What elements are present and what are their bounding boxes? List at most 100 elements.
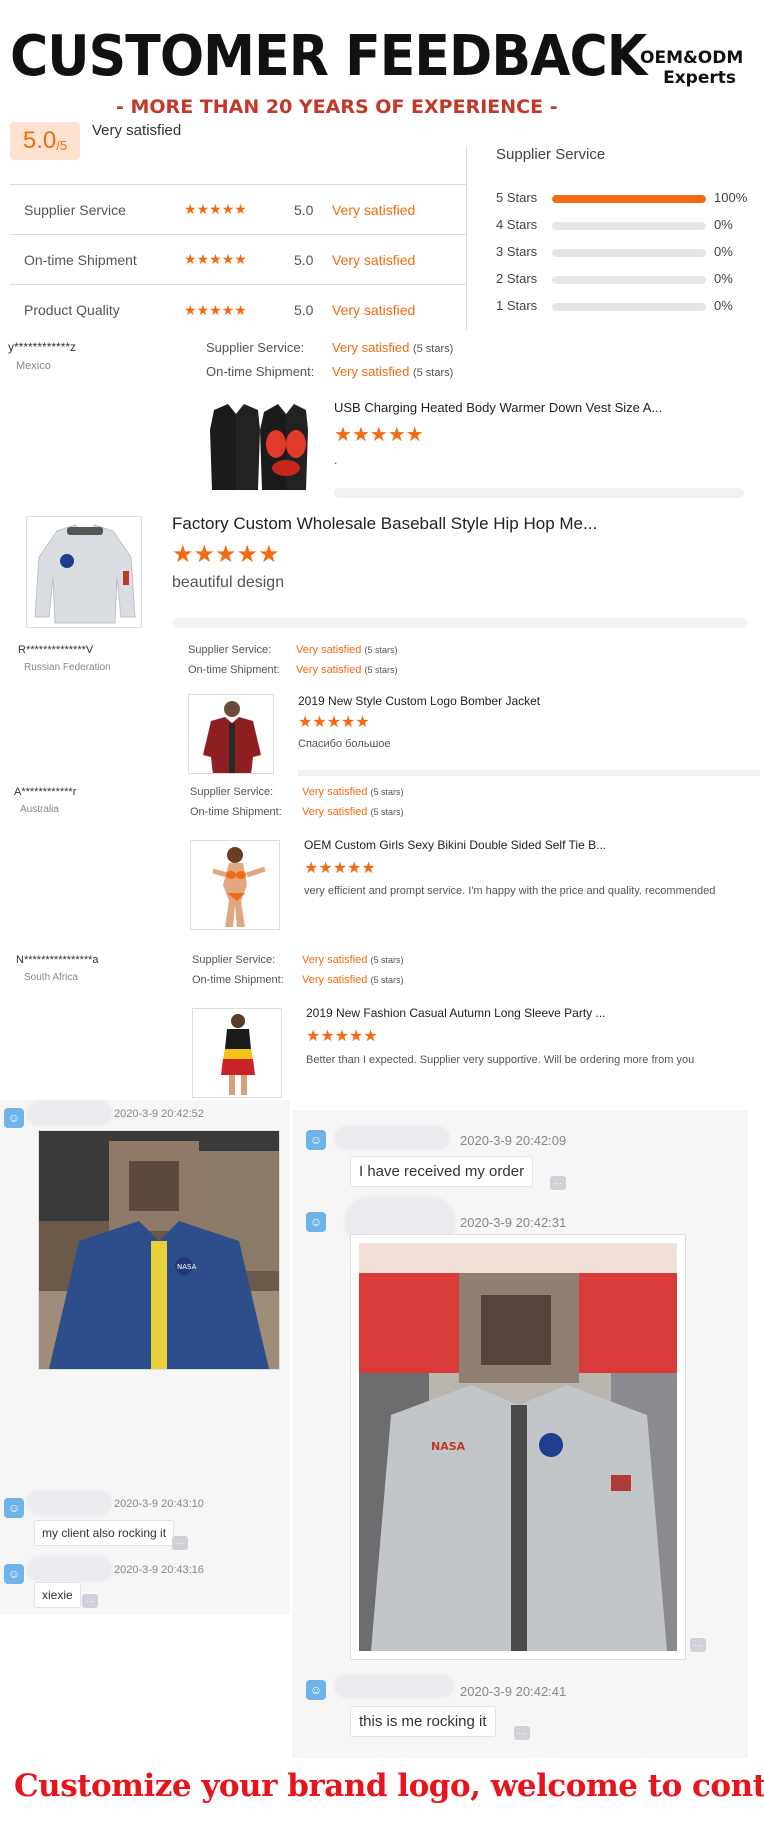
meta-satisfied: Very satisfied (302, 974, 368, 986)
oem-line: OEM&ODM (640, 48, 744, 68)
overall-label: Very satisfied (92, 122, 182, 139)
chat-bubble: this is me rocking it (350, 1706, 496, 1737)
breakdown-row: 3 Stars 0% (496, 244, 756, 262)
product-thumbnail-vest[interactable] (206, 400, 310, 496)
rating-value: 5.0 (294, 302, 314, 318)
progress-fill (552, 195, 706, 203)
product-title[interactable]: 2019 New Fashion Casual Autumn Long Slee… (306, 1006, 606, 1020)
more-icon[interactable]: ... (690, 1638, 706, 1652)
blurred-name (26, 1490, 112, 1516)
breakdown-pct: 0% (714, 298, 733, 313)
blurred-name (334, 1126, 450, 1150)
rating-text: Very satisfied (332, 201, 416, 218)
progress-bar (552, 222, 706, 230)
breakdown-pct: 0% (714, 244, 733, 259)
vest-image (210, 404, 308, 490)
chat-photo[interactable]: NASA (38, 1130, 280, 1370)
star-icon: ★ (196, 252, 210, 268)
message-timestamp: 2020-3-9 20:42:52 (114, 1108, 204, 1120)
star-icon: ★ (369, 422, 388, 446)
meta-stars: (5 stars) (370, 955, 404, 965)
star-icon: ★ (349, 1026, 364, 1045)
rating-row-ontime-shipment: On-time Shipment ★★★★★ 5.0 Very satisfie… (10, 235, 466, 285)
more-icon[interactable]: ... (82, 1594, 98, 1608)
progress-bar (552, 195, 706, 203)
meta-stars: (5 stars) (370, 807, 404, 817)
bomber-image (203, 701, 261, 773)
product-thumbnail-dress[interactable] (192, 1008, 282, 1098)
meta-label: On-time Shipment: (206, 364, 315, 379)
overall-score-badge: 5.0/5 (10, 122, 80, 160)
product-thumbnail-bikini[interactable] (190, 840, 280, 930)
breakdown-pct: 100% (714, 190, 748, 205)
product-title[interactable]: Factory Custom Wholesale Baseball Style … (172, 514, 597, 534)
breakdown-row: 1 Stars 0% (496, 298, 756, 316)
product-title[interactable]: 2019 New Style Custom Logo Bomber Jacket (298, 694, 540, 708)
star-rating: ★★★★★ (304, 858, 376, 878)
progress-bar (552, 276, 706, 284)
message-timestamp: 2020-3-9 20:42:41 (460, 1684, 567, 1699)
meta-value: Very satisfied (5 stars) (332, 364, 453, 379)
blurred-name (334, 1674, 454, 1698)
progress-bar (552, 303, 706, 311)
supplier-service-title: Supplier Service (496, 146, 606, 163)
star-icon: ★ (184, 252, 197, 268)
breakdown-label: 2 Stars (496, 271, 538, 286)
review-text: beautiful design (172, 574, 285, 591)
reviewer-country: Russian Federation (24, 662, 111, 673)
reviewer-country: Australia (20, 804, 59, 815)
dress-image (221, 1014, 255, 1095)
chat-photo[interactable]: NASA (350, 1234, 686, 1660)
breakdown-pct: 0% (714, 217, 733, 232)
star-icon: ★ (234, 202, 247, 218)
meta-stars: (5 stars) (370, 787, 404, 797)
product-thumbnail-jacket[interactable] (26, 516, 142, 628)
product-thumbnail-bomber[interactable] (188, 694, 274, 774)
message-timestamp: 2020-3-9 20:42:31 (460, 1215, 567, 1230)
product-title[interactable]: USB Charging Heated Body Warmer Down Ves… (334, 400, 662, 415)
chat-bubble: my client also rocking it (34, 1520, 175, 1546)
message-timestamp: 2020-3-9 20:42:09 (460, 1133, 567, 1148)
footer-cta[interactable]: Customize your brand logo, welcome to co… (14, 1768, 764, 1804)
bikini-image (212, 847, 266, 927)
star-icon: ★ (196, 302, 210, 319)
review-meta: Supplier Service: (188, 644, 271, 656)
star-icon: ★ (209, 252, 222, 268)
star-icon: ★ (332, 858, 348, 877)
star-icon: ★ (221, 252, 235, 268)
review-meta: Supplier Service: (206, 340, 304, 355)
star-rating: ★★★★★ (334, 422, 424, 446)
star-icon: ★ (196, 202, 210, 218)
rating-table: Supplier Service ★★★★★ 5.0 Very satisfie… (10, 184, 466, 335)
rating-text: Very satisfied (332, 302, 416, 318)
product-title[interactable]: OEM Custom Girls Sexy Bikini Double Side… (304, 838, 606, 852)
more-icon[interactable]: ... (514, 1726, 530, 1740)
meta-value: Very satisfied (5 stars) (302, 786, 404, 798)
star-icon: ★ (209, 302, 222, 319)
page-title: CUSTOMER FEEDBACK (10, 24, 647, 89)
meta-value: Very satisfied (5 stars) (302, 806, 404, 818)
score-value: 5.0 (22, 127, 57, 154)
meta-label: Supplier Service: (206, 340, 305, 355)
breakdown-label: 1 Stars (496, 298, 538, 313)
star-icon: ★ (351, 422, 370, 446)
message-timestamp: 2020-3-9 20:43:10 (114, 1498, 204, 1510)
progress-bar (552, 249, 706, 257)
experts-line: Experts (663, 68, 736, 88)
meta-stars: (5 stars) (412, 367, 454, 379)
meta-label: Supplier Service: (188, 644, 272, 656)
meta-label: On-time Shipment: (188, 664, 280, 676)
review-text: very efficient and prompt service. I'm h… (304, 885, 716, 897)
meta-value: Very satisfied (5 stars) (296, 644, 398, 656)
score-out-of: /5 (56, 137, 68, 153)
more-icon[interactable]: ... (172, 1536, 188, 1550)
reviewer-name: y************z (8, 340, 77, 354)
more-icon[interactable]: ... (550, 1176, 566, 1190)
rating-label: Supplier Service (24, 201, 126, 218)
star-icon: ★ (334, 1026, 350, 1045)
reviewer-name: R**************V (18, 644, 94, 656)
meta-value: Very satisfied (5 stars) (302, 954, 404, 966)
breakdown-label: 5 Stars (496, 190, 538, 205)
blurred-name (26, 1556, 112, 1582)
rating-value: 5.0 (294, 251, 314, 268)
